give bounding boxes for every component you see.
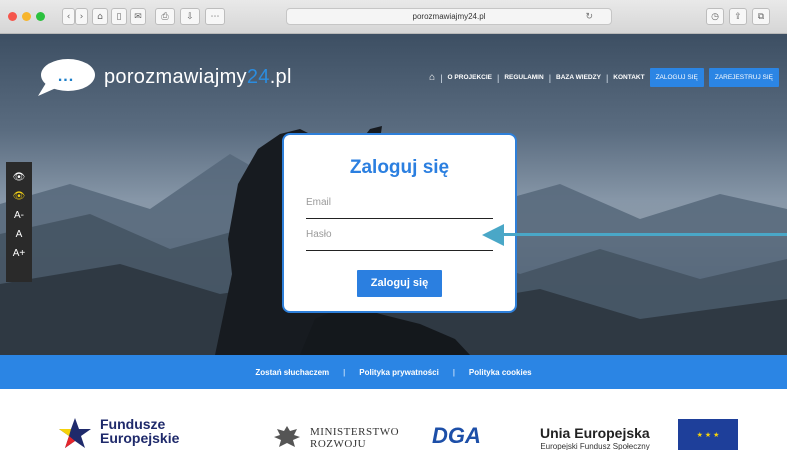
fe-line2: Europejskie <box>100 430 180 446</box>
logo-dots: ... <box>57 68 75 85</box>
address-bar[interactable]: porozmawiajmy24.pl ↻ <box>286 8 612 25</box>
nav-separator: | <box>605 72 609 83</box>
ministerstwo-logo: MINISTERSTWO ROZWOJU <box>272 423 399 450</box>
main-nav: ⌂ | O PROJEKCIE | REGULAMIN | BAZA WIEDZ… <box>429 68 779 87</box>
login-title: Zaloguj się <box>349 157 450 178</box>
close-window-button[interactable] <box>8 12 17 21</box>
eu-flag-icon: ★ ★ ★ <box>678 419 738 450</box>
ue-title: Unia Europejska <box>540 425 650 441</box>
fundusze-europejskie-logo: Fundusze Europejskie <box>58 417 179 450</box>
ue-text-logo: Unia Europejska Europejski Fundusz Społe… <box>540 425 650 450</box>
window-controls <box>8 12 45 21</box>
footer-separator: | <box>343 367 346 377</box>
nav-separator: | <box>496 72 500 83</box>
maximize-window-button[interactable] <box>36 12 45 21</box>
fe-star-icon <box>59 418 91 448</box>
ministry-line2: ROZWOJU <box>310 438 367 450</box>
sidebar-icon[interactable]: ▯ <box>111 8 127 25</box>
back-button[interactable]: ‹ <box>62 8 75 25</box>
dga-logo: DGA <box>432 423 481 448</box>
ue-subtitle: Europejski Fundusz Społeczny <box>540 442 650 450</box>
eye-icon[interactable]: 👁 <box>6 168 32 187</box>
footer-link-listener[interactable]: Zostań słuchaczem <box>255 368 329 377</box>
footer-links: Zostań słuchaczem | Polityka prywatności… <box>0 355 787 389</box>
minimize-window-button[interactable] <box>22 12 31 21</box>
mail-icon[interactable]: ✉ <box>130 8 146 25</box>
annotation-arrow-line <box>502 233 787 236</box>
annotation-arrow-head <box>482 224 504 246</box>
eagle-emblem-icon <box>274 426 300 447</box>
partner-logos: Fundusze Europejskie MINISTERSTWO ROZWOJ… <box>0 389 787 450</box>
print-icon[interactable]: ⎙ <box>155 8 175 25</box>
brand-name: porozmawiajmy24.pl <box>104 66 292 89</box>
nav-item-kontakt[interactable]: KONTAKT <box>613 74 644 81</box>
grid-icon[interactable]: ⋯ <box>205 8 225 25</box>
forward-button[interactable]: › <box>75 8 88 25</box>
brand-main: porozmawiajmy <box>104 65 247 88</box>
nav-item-baza-wiedzy[interactable]: BAZA WIEDZY <box>556 74 601 81</box>
email-field[interactable]: Email <box>306 195 493 219</box>
nav-register-button[interactable]: ZAREJESTRUJ SIĘ <box>708 68 779 87</box>
home-nav-icon[interactable]: ⌂ <box>429 72 435 83</box>
site-logo[interactable]: ... porozmawiajmy24.pl <box>36 58 292 96</box>
nav-separator: | <box>548 72 552 83</box>
nav-separator: | <box>440 72 443 83</box>
browser-toolbar: ‹ › ⌂ ▯ ✉ ⎙ ⇩ ⋯ porozmawiajmy24.pl ↻ ◷ ⇪… <box>0 0 787 34</box>
accessibility-panel: 👁 👁 A- A A+ <box>6 162 32 282</box>
password-field[interactable]: Hasło <box>306 227 493 251</box>
home-icon[interactable]: ⌂ <box>92 8 108 25</box>
login-submit-button[interactable]: Zaloguj się <box>357 270 442 297</box>
high-contrast-eye-icon[interactable]: 👁 <box>6 187 32 206</box>
brand-accent: 24 <box>246 65 270 88</box>
ministry-line1: MINISTERSTWO <box>310 426 400 438</box>
brand-suffix: .pl <box>269 65 292 88</box>
reload-icon[interactable]: ↻ <box>585 9 593 24</box>
tabs-icon[interactable]: ⧉ <box>752 8 770 25</box>
font-decrease-button[interactable]: A- <box>6 206 32 225</box>
url-text: porozmawiajmy24.pl <box>412 12 486 21</box>
font-normal-button[interactable]: A <box>6 225 32 244</box>
fe-line1: Fundusze <box>100 416 166 432</box>
download-icon[interactable]: ⇩ <box>180 8 200 25</box>
login-card: Zaloguj się Email Hasło Zaloguj się <box>282 133 517 313</box>
font-increase-button[interactable]: A+ <box>6 244 32 263</box>
nav-item-regulamin[interactable]: REGULAMIN <box>504 74 543 81</box>
nav-item-o-projekcie[interactable]: O PROJEKCIE <box>448 74 492 81</box>
share-icon[interactable]: ⇪ <box>729 8 747 25</box>
footer-link-privacy[interactable]: Polityka prywatności <box>359 368 439 377</box>
footer-separator: | <box>452 367 455 377</box>
history-icon[interactable]: ◷ <box>706 8 724 25</box>
footer-link-cookies[interactable]: Polityka cookies <box>469 368 532 377</box>
chat-bubble-icon: ... <box>36 58 96 96</box>
nav-login-button[interactable]: ZALOGUJ SIĘ <box>649 68 704 87</box>
